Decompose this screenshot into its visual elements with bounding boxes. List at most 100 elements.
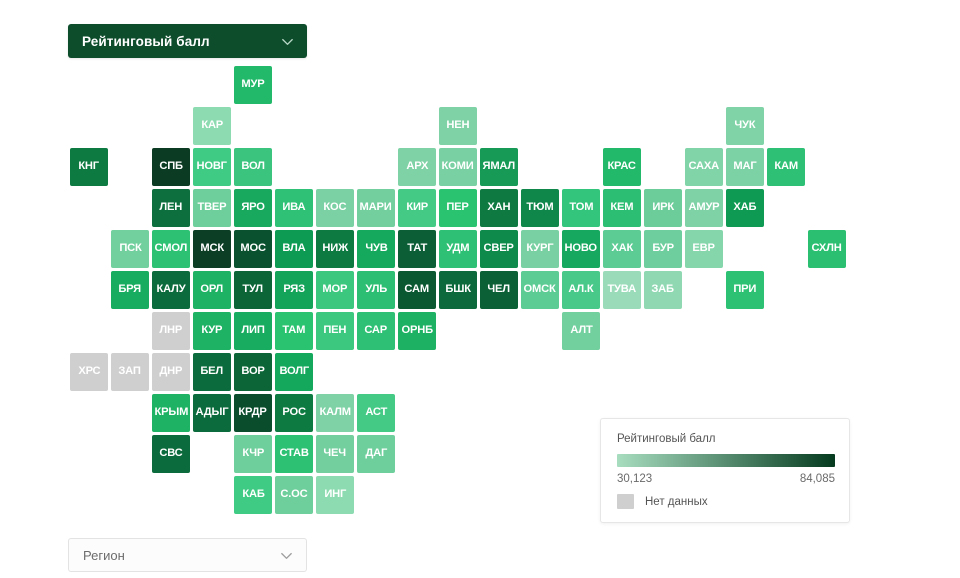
region-tile[interactable]: МОС (234, 230, 272, 268)
region-tile[interactable]: ВОЛ (234, 148, 272, 186)
region-tile[interactable]: ОРНБ (398, 312, 436, 350)
region-tile[interactable]: ЕВР (685, 230, 723, 268)
region-tile-label: ЯМАЛ (482, 160, 516, 173)
region-tile[interactable]: МАГ (726, 148, 764, 186)
region-tile[interactable]: УДМ (439, 230, 477, 268)
region-tile[interactable]: АСТ (357, 394, 395, 432)
region-tile[interactable]: ИНГ (316, 476, 354, 514)
region-tile[interactable]: ДНР (152, 353, 190, 391)
region-tile[interactable]: ПСК (111, 230, 149, 268)
region-tile[interactable]: АЛ.К (562, 271, 600, 309)
region-tile[interactable]: КАМ (767, 148, 805, 186)
region-tile[interactable]: БРЯ (111, 271, 149, 309)
region-tile[interactable]: МСК (193, 230, 231, 268)
region-tile-label: САХА (688, 160, 720, 173)
metric-dropdown[interactable]: Рейтинговый балл (68, 24, 307, 58)
region-tile[interactable]: ДАГ (357, 435, 395, 473)
region-tile[interactable]: ХРС (70, 353, 108, 391)
region-tile[interactable]: ТАТ (398, 230, 436, 268)
region-tile[interactable]: ЯМАЛ (480, 148, 518, 186)
region-tile-label: ПСК (118, 242, 142, 255)
region-tile[interactable]: ВЛА (275, 230, 313, 268)
region-tile[interactable]: ВОЛГ (275, 353, 313, 391)
region-tile[interactable]: КУР (193, 312, 231, 350)
region-tile[interactable]: ЗАБ (644, 271, 682, 309)
region-tile[interactable]: НЕН (439, 107, 477, 145)
region-tile[interactable]: КОМИ (439, 148, 477, 186)
region-tile[interactable]: ЧЕЛ (480, 271, 518, 309)
region-tile[interactable]: КИР (398, 189, 436, 227)
region-tile[interactable]: РЯЗ (275, 271, 313, 309)
region-tile[interactable]: АРХ (398, 148, 436, 186)
region-tile[interactable]: БШК (439, 271, 477, 309)
region-tile[interactable]: ХАБ (726, 189, 764, 227)
region-tile[interactable]: ПЕН (316, 312, 354, 350)
metric-dropdown-label: Рейтинговый балл (82, 33, 210, 49)
region-tile[interactable]: КРЫМ (152, 394, 190, 432)
region-tile-label: АСТ (365, 406, 387, 419)
region-tile[interactable]: РОС (275, 394, 313, 432)
region-tile[interactable]: ТЮМ (521, 189, 559, 227)
region-tile[interactable]: ХАК (603, 230, 641, 268)
region-tile[interactable]: ЧУВ (357, 230, 395, 268)
region-tile-label: КАМ (774, 160, 798, 173)
region-tile[interactable]: СВС (152, 435, 190, 473)
region-tile[interactable]: ЛНР (152, 312, 190, 350)
region-tile[interactable]: САР (357, 312, 395, 350)
region-tile-label: ДАГ (365, 447, 387, 460)
region-tile[interactable]: САХА (685, 148, 723, 186)
region-tile[interactable]: АДЫГ (193, 394, 231, 432)
region-tile[interactable]: ОМСК (521, 271, 559, 309)
region-tile[interactable]: ПЕР (439, 189, 477, 227)
region-tile[interactable]: ТВЕР (193, 189, 231, 227)
region-tile[interactable]: СХЛН (808, 230, 846, 268)
region-tile[interactable]: УЛЬ (357, 271, 395, 309)
region-tile[interactable]: ОРЛ (193, 271, 231, 309)
region-tile[interactable]: СПБ (152, 148, 190, 186)
region-tile[interactable]: ТОМ (562, 189, 600, 227)
region-tile-label: ИНГ (324, 488, 346, 501)
region-tile[interactable]: ТУВА (603, 271, 641, 309)
region-tile[interactable]: ХАН (480, 189, 518, 227)
region-tile[interactable]: БЕЛ (193, 353, 231, 391)
region-tile[interactable]: СМОЛ (152, 230, 190, 268)
region-tile[interactable]: КОС (316, 189, 354, 227)
region-tile[interactable]: ИВА (275, 189, 313, 227)
region-tile[interactable]: С.ОС (275, 476, 313, 514)
region-tile[interactable]: КАБ (234, 476, 272, 514)
region-tile[interactable]: НОВГ (193, 148, 231, 186)
region-tile[interactable]: КЧР (234, 435, 272, 473)
region-tile[interactable]: МОР (316, 271, 354, 309)
region-tile[interactable]: ВОР (234, 353, 272, 391)
region-tile[interactable]: ЧЕЧ (316, 435, 354, 473)
region-tile[interactable]: ЛЕН (152, 189, 190, 227)
region-tile[interactable]: КРАС (603, 148, 641, 186)
region-tile[interactable]: ЛИП (234, 312, 272, 350)
region-tile[interactable]: КРДР (234, 394, 272, 432)
region-tile[interactable]: МУР (234, 66, 272, 104)
region-tile[interactable]: САМ (398, 271, 436, 309)
region-tile[interactable]: НИЖ (316, 230, 354, 268)
region-tile[interactable]: АМУР (685, 189, 723, 227)
legend-max-value: 84,085 (799, 473, 835, 485)
region-tile[interactable]: МАРИ (357, 189, 395, 227)
region-dropdown[interactable]: Регион (68, 538, 307, 572)
region-tile[interactable]: КНГ (70, 148, 108, 186)
region-tile[interactable]: АЛТ (562, 312, 600, 350)
region-tile[interactable]: БУР (644, 230, 682, 268)
region-tile[interactable]: ЧУК (726, 107, 764, 145)
region-tile[interactable]: ТУЛ (234, 271, 272, 309)
region-tile[interactable]: КУРГ (521, 230, 559, 268)
region-tile[interactable]: КАР (193, 107, 231, 145)
region-tile[interactable]: ПРИ (726, 271, 764, 309)
region-tile[interactable]: НОВО (562, 230, 600, 268)
region-tile[interactable]: КАЛУ (152, 271, 190, 309)
region-tile[interactable]: ИРК (644, 189, 682, 227)
region-tile[interactable]: СВЕР (480, 230, 518, 268)
region-tile[interactable]: ТАМ (275, 312, 313, 350)
region-tile[interactable]: КАЛМ (316, 394, 354, 432)
region-tile[interactable]: ЗАП (111, 353, 149, 391)
region-tile[interactable]: КЕМ (603, 189, 641, 227)
region-tile[interactable]: СТАВ (275, 435, 313, 473)
region-tile[interactable]: ЯРО (234, 189, 272, 227)
